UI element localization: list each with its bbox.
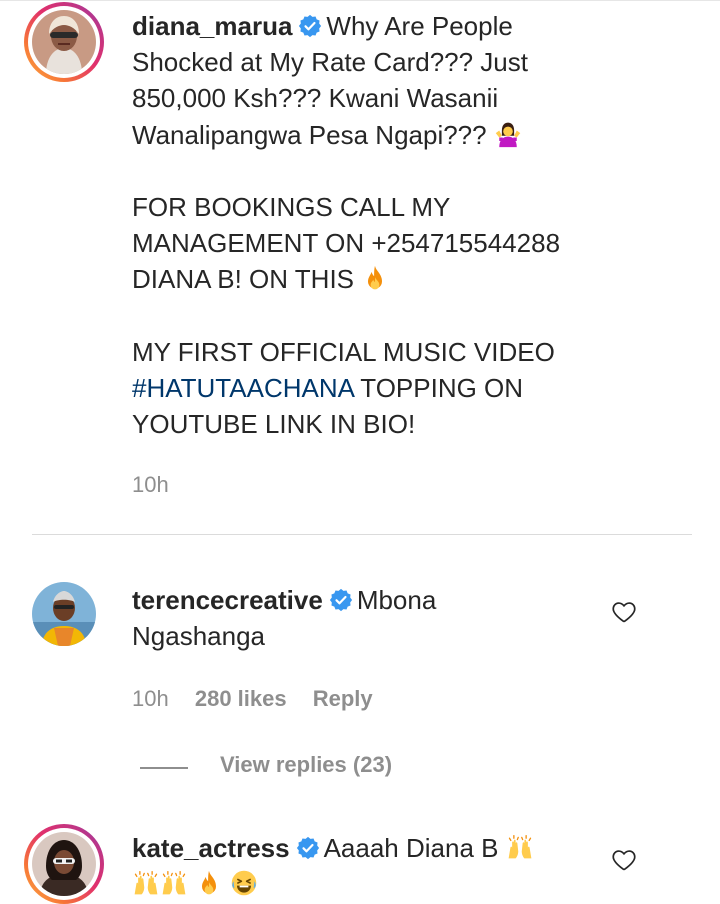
avatar-image [32,582,96,646]
post-timestamp: 10h [132,472,169,497]
post-meta: 10h [132,472,169,498]
raising-hands-emoji [132,869,160,897]
commenter-avatar[interactable] [32,582,96,646]
caption-line: TOPPING ON [353,373,524,403]
comment-username[interactable]: terencecreative [132,585,323,615]
caption-line: DIANA B! ON THIS [132,264,355,295]
fire-emoji [361,264,389,292]
caption-line: Shocked at My Rate Card??? Just [132,47,528,78]
comment-text: Mbona [356,585,437,615]
tears-of-joy-emoji [230,869,258,897]
comment-meta: 10h 280 likes Reply [132,686,373,712]
view-replies-label: View replies (23) [220,752,393,777]
post-caption: diana_marua Why Are People Shocked at My … [132,8,692,442]
top-border [0,0,720,1]
caption-line: MANAGEMENT ON +254715544288 [132,228,561,259]
post-username[interactable]: diana_marua [132,11,292,41]
caption-line: Why Are People [326,11,513,41]
caption-line: FOR BOOKINGS CALL MY [132,192,451,222]
comment-likes[interactable]: 280 likes [195,686,287,711]
avatar-image [32,10,96,74]
caption-line: Wanalipangwa Pesa Ngapi??? [132,119,487,150]
post-author-avatar[interactable] [24,2,104,82]
person-shrugging-emoji [494,120,522,148]
reply-button[interactable]: Reply [313,686,373,711]
commenter-avatar[interactable] [24,824,104,904]
comment-body: kate_actress Aaaah Diana B [132,830,602,902]
like-heart-icon[interactable] [611,600,637,624]
verified-badge-icon [296,836,320,860]
avatar-image [32,832,96,896]
comment-text: Ngashanga [132,621,265,651]
caption-line: 850,000 Ksh??? Kwani Wasanii [132,83,499,114]
fire-emoji [195,869,223,897]
caption-line: MY FIRST OFFICIAL MUSIC VIDEO [132,336,555,367]
replies-line [140,767,188,769]
like-heart-icon[interactable] [611,848,637,872]
raising-hands-emoji [160,869,188,897]
verified-badge-icon [298,14,322,38]
hashtag-link[interactable]: #HATUTAACHANA [132,373,354,403]
raising-hands-emoji [506,833,534,861]
comment-text: Aaaah Diana B [323,833,499,863]
comment-username[interactable]: kate_actress [132,833,290,863]
comment-body: terencecreative Mbona Ngashanga [132,582,602,654]
verified-badge-icon [329,588,353,612]
comment-timestamp: 10h [132,686,169,711]
caption-line: YOUTUBE LINK IN BIO! [132,409,416,440]
caption-divider [32,534,692,535]
